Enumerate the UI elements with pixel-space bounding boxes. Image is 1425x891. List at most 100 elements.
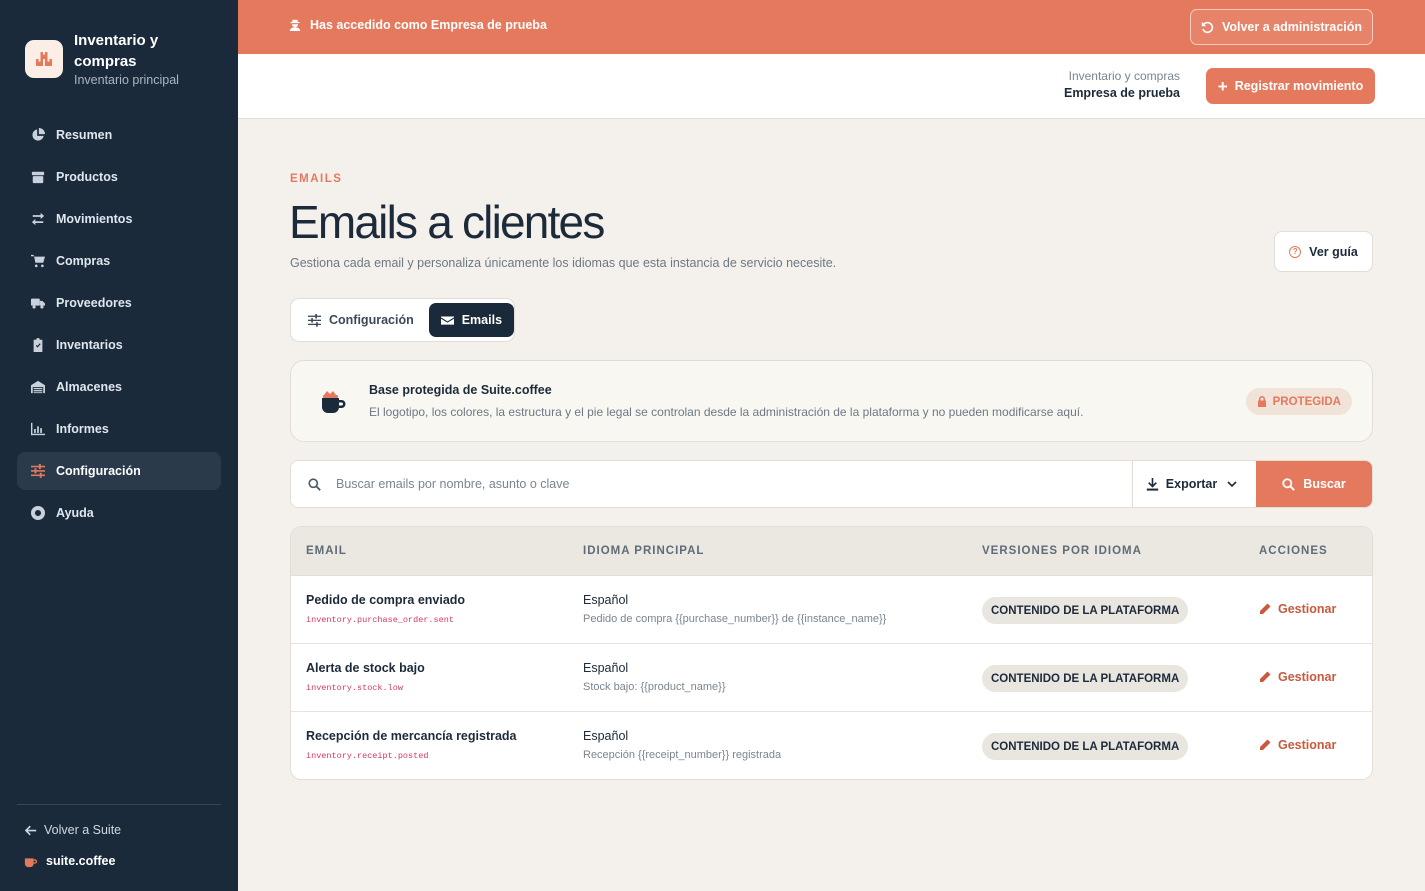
sidebar-item-label: Proveedores xyxy=(56,296,132,310)
table-row: Recepción de mercancía registrada invent… xyxy=(291,712,1372,779)
box-icon xyxy=(30,169,46,185)
manage-button[interactable]: Gestionar xyxy=(1259,738,1336,752)
sidebar-item-proveedores[interactable]: Proveedores xyxy=(17,284,221,322)
manage-label: Gestionar xyxy=(1278,738,1337,752)
sidebar-nav: Resumen Productos Movimientos Compras Pr… xyxy=(17,116,221,536)
table-header: EMAIL IDIOMA PRINCIPAL VERSIONES POR IDI… xyxy=(291,527,1372,576)
sidebar-item-ayuda[interactable]: Ayuda xyxy=(17,494,221,532)
email-key: inventory.stock.low xyxy=(306,683,403,693)
email-subject: Pedido de compra {{purchase_number}} de … xyxy=(583,613,887,625)
email-name: Alerta de stock bajo xyxy=(306,661,425,675)
tab-label: Configuración xyxy=(329,313,414,327)
versions-badge: CONTENIDO DE LA PLATAFORMA xyxy=(982,733,1189,760)
email-search-bar: Exportar Buscar xyxy=(290,460,1373,508)
pie-chart-icon xyxy=(30,127,46,143)
view-guide-button[interactable]: ? Ver guía xyxy=(1274,231,1373,272)
bar-chart-icon xyxy=(30,421,46,437)
email-language: Español xyxy=(583,661,629,675)
coffee-cup-icon xyxy=(322,391,346,413)
settings-tabs: Configuración Emails xyxy=(290,298,515,342)
app-subtitle: Inventario principal xyxy=(74,73,179,87)
sidebar-item-movimientos[interactable]: Movimientos xyxy=(17,200,221,238)
sidebar-item-label: Resumen xyxy=(56,128,113,142)
export-dropdown-button[interactable]: Exportar xyxy=(1132,461,1257,507)
search-button[interactable]: Buscar xyxy=(1256,461,1372,507)
export-label: Exportar xyxy=(1165,477,1218,491)
sidebar-item-almacenes[interactable]: Almacenes xyxy=(17,368,221,406)
suite-brand-label: suite.coffee xyxy=(46,854,116,868)
sidebar-item-label: Almacenes xyxy=(56,380,123,394)
inventory-boxes-icon xyxy=(25,40,63,78)
protected-base-notice: Base protegida de Suite.coffee El logoti… xyxy=(290,360,1373,442)
email-name: Pedido de compra enviado xyxy=(306,593,466,607)
sliders-icon xyxy=(30,463,46,479)
notice-text: El logotipo, los colores, la estructura … xyxy=(369,405,1084,419)
email-key: inventory.receipt.posted xyxy=(306,751,429,761)
pencil-icon xyxy=(1260,739,1271,750)
manage-button[interactable]: Gestionar xyxy=(1259,670,1336,684)
register-movement-button[interactable]: + Registrar movimiento xyxy=(1206,68,1375,104)
tab-label: Emails xyxy=(461,313,503,327)
email-language: Español xyxy=(583,729,629,743)
column-header-language[interactable]: IDIOMA PRINCIPAL xyxy=(583,545,704,557)
column-header-email[interactable]: EMAIL xyxy=(306,545,347,557)
app-title: Inventario y compras xyxy=(74,32,159,70)
view-guide-label: Ver guía xyxy=(1309,244,1358,259)
manage-label: Gestionar xyxy=(1278,670,1337,684)
chevron-down-icon xyxy=(1227,481,1237,488)
sidebar-item-label: Movimientos xyxy=(56,212,133,226)
protected-badge-label: PROTEGIDA xyxy=(1272,395,1341,408)
download-icon xyxy=(1146,477,1158,491)
sidebar-item-informes[interactable]: Informes xyxy=(17,410,221,448)
search-icon xyxy=(1282,477,1296,491)
sidebar-item-label: Configuración xyxy=(56,464,141,478)
sidebar-item-compras[interactable]: Compras xyxy=(17,242,221,280)
sidebar-item-configuracion[interactable]: Configuración xyxy=(17,452,221,490)
user-secret-icon xyxy=(289,19,301,31)
question-circle-icon: ? xyxy=(1289,245,1302,258)
warehouse-icon xyxy=(30,379,46,395)
coffee-cup-icon xyxy=(24,858,38,868)
sidebar-item-label: Productos xyxy=(56,170,118,184)
sidebar-item-label: Informes xyxy=(56,422,109,436)
manage-button[interactable]: Gestionar xyxy=(1259,602,1336,616)
header-app-name: Inventario y compras xyxy=(1068,69,1180,83)
tab-emails[interactable]: Emails xyxy=(428,303,515,337)
sidebar-item-inventarios[interactable]: Inventarios xyxy=(17,326,221,364)
truck-icon xyxy=(30,295,46,311)
back-to-admin-button[interactable]: Volver a administración xyxy=(1190,9,1373,45)
arrows-icon xyxy=(30,211,46,227)
column-header-versions[interactable]: VERSIONES POR IDIOMA xyxy=(982,545,1142,557)
search-input[interactable] xyxy=(336,461,1131,507)
brand[interactable]: Inventario y compras Inventario principa… xyxy=(25,30,204,87)
email-key: inventory.purchase_order.sent xyxy=(306,615,454,625)
impersonation-text: Has accedido como Empresa de prueba xyxy=(310,18,547,32)
register-movement-label: Registrar movimiento xyxy=(1234,79,1364,93)
page-eyebrow: EMAILS xyxy=(290,173,343,185)
envelope-icon xyxy=(440,315,454,325)
search-icon xyxy=(308,478,321,491)
back-to-suite-link[interactable]: Volver a Suite xyxy=(24,823,121,837)
protected-badge: PROTEGIDA xyxy=(1245,388,1352,415)
sidebar-item-resumen[interactable]: Resumen xyxy=(17,116,221,154)
sidebar-item-label: Compras xyxy=(56,254,111,268)
versions-badge: CONTENIDO DE LA PLATAFORMA xyxy=(982,665,1189,692)
sidebar-item-productos[interactable]: Productos xyxy=(17,158,221,196)
back-to-suite-label: Volver a Suite xyxy=(44,823,122,837)
search-button-label: Buscar xyxy=(1303,477,1346,491)
table-row: Pedido de compra enviado inventory.purch… xyxy=(291,576,1372,644)
lifebuoy-icon xyxy=(30,505,46,521)
manage-label: Gestionar xyxy=(1278,602,1337,616)
clipboard-check-icon xyxy=(30,337,46,353)
impersonation-banner: Has accedido como Empresa de prueba Volv… xyxy=(238,0,1425,54)
email-subject: Stock bajo: {{product_name}} xyxy=(583,681,726,693)
sidebar-divider xyxy=(17,804,221,805)
emails-table: EMAIL IDIOMA PRINCIPAL VERSIONES POR IDI… xyxy=(290,526,1373,780)
lock-icon xyxy=(1257,396,1266,407)
cart-icon xyxy=(30,253,46,269)
page-description: Gestiona cada email y personaliza únicam… xyxy=(290,256,837,270)
pencil-icon xyxy=(1260,671,1271,682)
undo-icon xyxy=(1201,21,1214,33)
tab-configuracion[interactable]: Configuración xyxy=(295,303,427,337)
header-context: Inventario y compras Empresa de prueba xyxy=(1064,69,1180,100)
